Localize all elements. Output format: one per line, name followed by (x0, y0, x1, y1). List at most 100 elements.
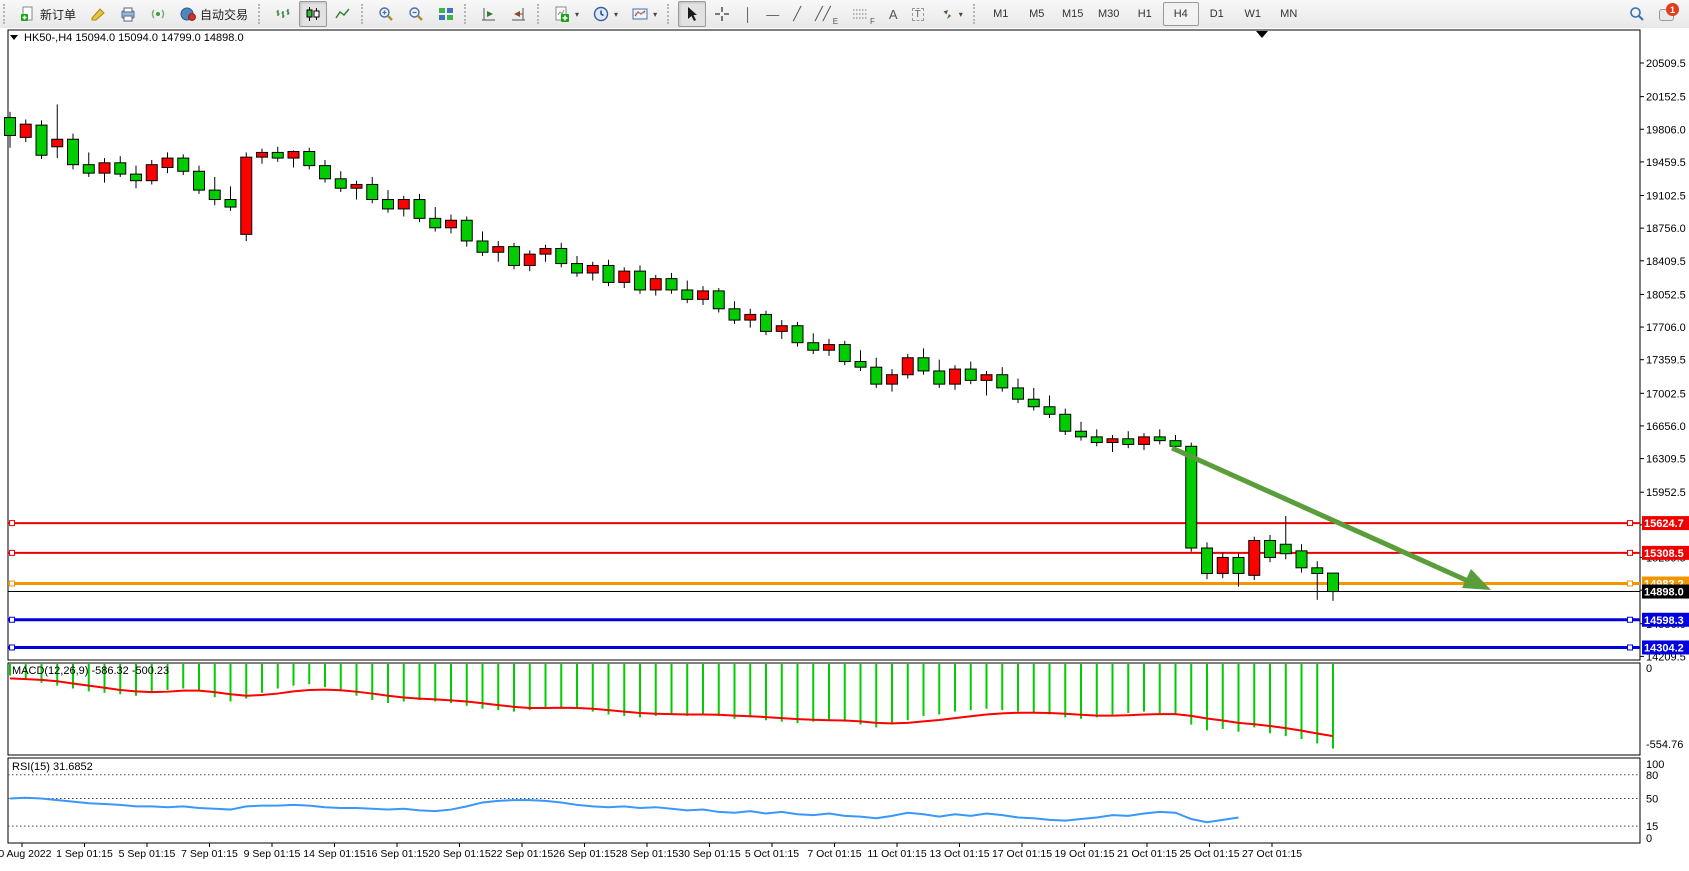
candle-body (1028, 399, 1039, 407)
channel-tool-button[interactable]: ╱╱ E (809, 1, 844, 27)
candle-body (619, 271, 630, 282)
toolbar-grip[interactable] (667, 4, 674, 24)
candle-body (383, 200, 394, 209)
chart-type-candles-button[interactable] (299, 1, 327, 27)
fibonacci-icon (852, 8, 868, 20)
candle-body (320, 166, 331, 179)
candle-body (461, 220, 472, 241)
line-handle (10, 521, 15, 526)
candle-body (918, 358, 929, 371)
periods-button[interactable]: ▾ (587, 1, 624, 27)
toolbar-grip[interactable] (973, 4, 980, 24)
candlestick-chart-icon (305, 6, 321, 22)
signal-button[interactable] (144, 1, 172, 27)
candle-body (603, 265, 614, 282)
candle-body (131, 174, 142, 181)
time-axis-label: 11 Oct 01:15 (867, 848, 927, 860)
toolbar-grip[interactable] (537, 4, 544, 24)
candle-body (997, 375, 1008, 388)
auto-scroll-button[interactable] (505, 1, 533, 27)
candle-body (99, 163, 110, 173)
macd-scale-min: -554.76 (1646, 739, 1683, 751)
zoom-in-button[interactable] (372, 1, 400, 27)
crosshair-tool-button[interactable] (708, 1, 736, 27)
candle-body (1154, 437, 1165, 441)
tab-timeframe-m15[interactable]: M15 (1055, 2, 1091, 26)
chart-type-bars-button[interactable] (269, 1, 297, 27)
new-order-button[interactable]: 新订单 (14, 1, 82, 27)
candle-body (839, 345, 850, 362)
tab-timeframe-mn[interactable]: MN (1271, 2, 1307, 26)
chart-shift-button[interactable] (475, 1, 503, 27)
dropdown-caret: ▾ (575, 10, 579, 19)
chart-window[interactable]: 20509.520152.519806.019459.519102.518756… (0, 28, 1689, 866)
time-axis-label: 28 Sep 01:15 (616, 848, 679, 860)
toolbar-grip[interactable] (361, 4, 368, 24)
template-icon (632, 6, 648, 22)
zoom-in-icon (378, 6, 394, 22)
tab-timeframe-m1[interactable]: M1 (983, 2, 1019, 26)
fibonacci-tool-button[interactable]: F (846, 1, 881, 27)
tab-timeframe-w1[interactable]: W1 (1235, 2, 1271, 26)
time-axis-label: 13 Oct 01:15 (929, 848, 989, 860)
candle-body (745, 314, 756, 320)
templates-button[interactable]: ▾ (626, 1, 663, 27)
candle-body (288, 151, 299, 158)
auto-trading-button[interactable]: 自动交易 (174, 1, 254, 27)
macd-indicator-label: MACD(12,26,9) -586.32 -500.23 (12, 665, 169, 677)
tab-timeframe-h4[interactable]: H4 (1163, 2, 1199, 26)
equidistant-channel-icon: ╱╱ (815, 6, 831, 22)
time-axis-label: 21 Oct 01:15 (1117, 848, 1177, 860)
candle-body (887, 375, 898, 384)
price-chart-canvas[interactable]: 20509.520152.519806.019459.519102.518756… (0, 28, 1689, 866)
tab-timeframe-h1[interactable]: H1 (1127, 2, 1163, 26)
price-tick-label: 19102.5 (1646, 191, 1686, 203)
zoom-out-button[interactable] (402, 1, 430, 27)
line-price-label: 15308.5 (1644, 548, 1684, 560)
candle-body (52, 139, 63, 147)
notifications-button[interactable]: 1 (1653, 1, 1681, 27)
text-label-tool-button[interactable]: T (906, 1, 930, 27)
chart-type-line-button[interactable] (329, 1, 357, 27)
trendline-tool-button[interactable]: ╱ (787, 1, 807, 27)
candle-body (430, 218, 441, 227)
vertical-line-tool-button[interactable]: │ (738, 1, 758, 27)
tab-timeframe-m5[interactable]: M5 (1019, 2, 1055, 26)
toolbar-grip[interactable] (464, 4, 471, 24)
toolbar-grip[interactable] (3, 4, 10, 24)
candle-body (335, 179, 346, 188)
signal-icon (150, 6, 166, 22)
print-button[interactable] (114, 1, 142, 27)
indicators-button[interactable]: ▾ (548, 1, 585, 27)
arrows-tool-button[interactable]: ▾ (932, 1, 969, 27)
text-tool-button[interactable]: A (883, 1, 904, 27)
trend-arrow-line (1172, 448, 1468, 581)
horizontal-line-tool-button[interactable]: — (760, 1, 785, 27)
candle-body (83, 165, 94, 173)
candle-body (1139, 437, 1150, 445)
candle-body (1060, 414, 1071, 431)
price-tick-label: 18052.5 (1646, 289, 1686, 301)
time-axis-label: 14 Sep 01:15 (303, 848, 366, 860)
tab-timeframe-m30[interactable]: M30 (1091, 2, 1127, 26)
cursor-tool-button[interactable] (678, 1, 706, 27)
candle-body (950, 369, 961, 384)
candle-body (146, 165, 157, 181)
search-button[interactable] (1623, 1, 1651, 27)
time-axis-label: 30 Sep 01:15 (678, 848, 741, 860)
candle-body (761, 314, 772, 331)
candle-body (493, 247, 504, 253)
line-price-label: 15624.7 (1644, 518, 1684, 530)
tile-windows-button[interactable] (432, 1, 460, 27)
auto-trading-label: 自动交易 (200, 6, 248, 23)
tab-timeframe-d1[interactable]: D1 (1199, 2, 1235, 26)
crayon-button[interactable] (84, 1, 112, 27)
candle-body (20, 124, 31, 137)
candle-body (587, 265, 598, 273)
candle-body (855, 362, 866, 368)
toolbar-grip[interactable] (258, 4, 265, 24)
candle-body (824, 345, 835, 351)
zoom-out-icon (408, 6, 424, 22)
new-order-label: 新订单 (40, 6, 76, 23)
candle-body (556, 249, 567, 264)
